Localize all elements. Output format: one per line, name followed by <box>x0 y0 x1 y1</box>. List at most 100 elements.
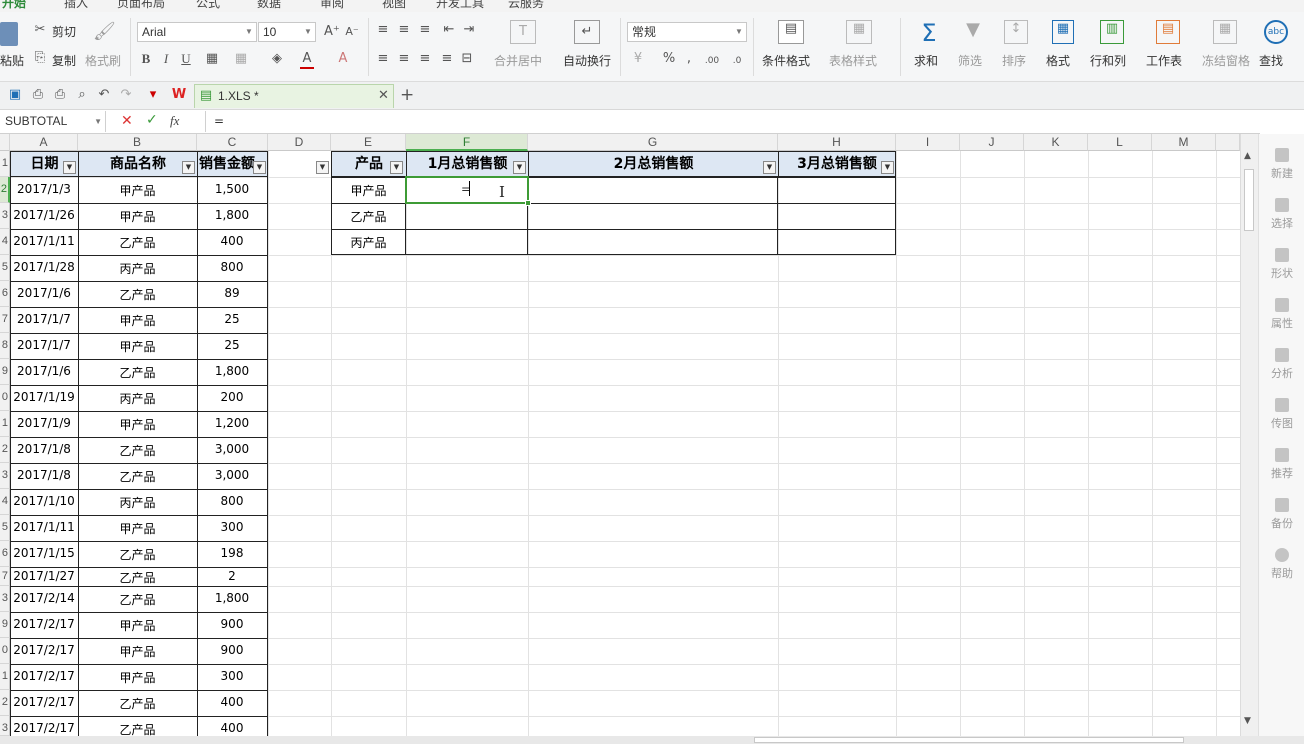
menu-tab-home[interactable]: 开始 <box>2 0 26 11</box>
formula-input[interactable]: = <box>214 114 224 128</box>
amount-cell[interactable]: 3,000 <box>197 442 267 456</box>
amount-cell[interactable]: 900 <box>197 643 267 657</box>
column-header-k[interactable]: K <box>1024 134 1088 151</box>
pane-transfer-image[interactable]: 传图 <box>1259 398 1304 431</box>
scissors-icon[interactable]: ✂ <box>33 22 47 38</box>
column-header-i[interactable]: I <box>896 134 960 151</box>
row-header[interactable]: 1 <box>0 151 10 177</box>
amount-cell[interactable]: 800 <box>197 494 267 508</box>
conditional-format-button[interactable]: 条件格式 <box>762 52 810 69</box>
amount-cell[interactable]: 89 <box>197 286 267 300</box>
amount-cell[interactable]: 1,200 <box>197 416 267 430</box>
print-preview-icon[interactable]: ⎙ <box>31 87 45 103</box>
row-header[interactable]: 2 <box>0 437 10 463</box>
date-cell[interactable]: 2017/2/17 <box>10 669 78 683</box>
product-cell[interactable]: 乙产品 <box>78 234 197 251</box>
amount-cell[interactable]: 3,000 <box>197 468 267 482</box>
scroll-up-icon[interactable]: ▲ <box>1244 151 1251 161</box>
product-cell[interactable]: 乙产品 <box>78 286 197 303</box>
border-icon[interactable]: ▦ <box>205 51 219 67</box>
worksheet-icon[interactable]: ▤ <box>1156 20 1180 44</box>
product-cell[interactable]: 乙产品 <box>78 569 197 586</box>
date-cell[interactable]: 2017/2/17 <box>10 695 78 709</box>
product-cell[interactable]: 甲产品 <box>78 669 197 686</box>
font-size-select[interactable]: 10 ▼ <box>258 22 316 42</box>
freeze-panes-button[interactable]: 冻结窗格 <box>1202 52 1250 69</box>
date-cell[interactable]: 2017/1/8 <box>10 442 78 456</box>
confirm-formula-icon[interactable]: ✓ <box>146 112 158 128</box>
amount-cell[interactable]: 1,800 <box>197 591 267 605</box>
row-header[interactable]: 3 <box>0 586 10 612</box>
product-cell[interactable]: 乙产品 <box>78 468 197 485</box>
column-header-f[interactable]: F <box>406 134 528 151</box>
row-header[interactable]: 0 <box>0 385 10 411</box>
indent-increase-icon[interactable]: ⇥ <box>462 22 476 38</box>
align-left-icon[interactable]: ≡ <box>376 51 390 67</box>
row-col-button[interactable]: 行和列 <box>1090 52 1126 69</box>
row-header[interactable]: 3 <box>0 463 10 489</box>
sort-icon[interactable]: ↕ <box>1004 20 1028 44</box>
menu-tab-insert[interactable]: 插入 <box>64 0 88 11</box>
table-style-icon[interactable]: ▦ <box>846 20 872 44</box>
amount-cell[interactable]: 900 <box>197 617 267 631</box>
horizontal-scrollbar[interactable] <box>0 736 1304 744</box>
copy-icon[interactable]: ⎘ <box>33 50 47 66</box>
row-header[interactable]: 0 <box>0 638 10 664</box>
filter-dropdown-icon[interactable]: ▼ <box>513 161 526 174</box>
merge-center-icon[interactable]: T <box>510 20 536 44</box>
date-cell[interactable]: 2017/1/28 <box>10 260 78 274</box>
cut-button[interactable]: 剪切 <box>52 23 76 40</box>
pane-recommend[interactable]: 推荐 <box>1259 448 1304 481</box>
align-middle-icon[interactable]: ≡ <box>397 22 411 38</box>
percent-icon[interactable]: % <box>662 51 676 67</box>
row-header[interactable]: 8 <box>0 333 10 359</box>
pane-backup[interactable]: 备份 <box>1259 498 1304 531</box>
row-header[interactable]: 4 <box>0 229 10 255</box>
increase-decimal-icon[interactable]: .00 <box>703 53 721 69</box>
column-header-c[interactable]: C <box>197 134 268 151</box>
date-cell[interactable]: 2017/2/17 <box>10 617 78 631</box>
menu-tab-data[interactable]: 数据 <box>257 0 281 11</box>
date-cell[interactable]: 2017/1/7 <box>10 312 78 326</box>
distributed-icon[interactable]: ⊟ <box>460 51 474 67</box>
name-box[interactable]: SUBTOTAL ▼ <box>0 111 106 132</box>
product-cell[interactable]: 丙产品 <box>78 390 197 407</box>
font-grow-icon[interactable]: A⁺ <box>324 24 340 40</box>
filter-dropdown-icon[interactable]: ▼ <box>63 161 76 174</box>
indent-decrease-icon[interactable]: ⇤ <box>442 22 456 38</box>
date-cell[interactable]: 2017/1/27 <box>10 569 78 583</box>
pane-select[interactable]: 选择 <box>1259 198 1304 231</box>
vertical-scrollbar[interactable]: ▲ ▼ <box>1240 134 1258 736</box>
amount-cell[interactable]: 300 <box>197 520 267 534</box>
menu-tab-formulas[interactable]: 公式 <box>196 0 220 11</box>
format-painter-icon[interactable]: 🖌 <box>93 23 116 41</box>
clear-format-icon[interactable]: A <box>336 51 350 67</box>
currency-icon[interactable]: ¥ <box>630 51 646 67</box>
row-header[interactable]: 3 <box>0 716 10 736</box>
product-cell[interactable]: 甲产品 <box>78 617 197 634</box>
date-cell[interactable]: 2017/1/9 <box>10 416 78 430</box>
print-icon[interactable]: ⎙ <box>53 87 67 103</box>
row-header[interactable]: 3 <box>0 203 10 229</box>
column-header-e[interactable]: E <box>331 134 406 151</box>
row-header[interactable]: 9 <box>0 612 10 638</box>
product-cell[interactable]: 乙产品 <box>78 695 197 712</box>
menu-tab-developer[interactable]: 开发工具 <box>436 0 484 11</box>
amount-cell[interactable]: 25 <box>197 312 267 326</box>
fill-handle[interactable] <box>525 200 531 206</box>
paste-icon[interactable] <box>0 22 18 46</box>
amount-cell[interactable]: 1,800 <box>197 208 267 222</box>
row-header[interactable]: 7 <box>0 567 10 586</box>
column-header-m[interactable]: M <box>1152 134 1216 151</box>
date-cell[interactable]: 2017/2/17 <box>10 643 78 657</box>
thousands-icon[interactable]: , <box>684 51 694 67</box>
filter-dropdown-icon[interactable]: ▼ <box>316 161 329 174</box>
amount-cell[interactable]: 25 <box>197 338 267 352</box>
document-tab[interactable]: ▤ 1.XLS * ✕ <box>194 84 394 108</box>
product-cell[interactable]: 乙产品 <box>78 591 197 608</box>
save-icon[interactable]: ▣ <box>8 87 22 103</box>
product-cell[interactable]: 甲产品 <box>78 643 197 660</box>
filter-dropdown-icon[interactable]: ▼ <box>390 161 403 174</box>
pane-help[interactable]: 帮助 <box>1259 548 1304 581</box>
find-icon[interactable]: abc <box>1264 20 1288 44</box>
